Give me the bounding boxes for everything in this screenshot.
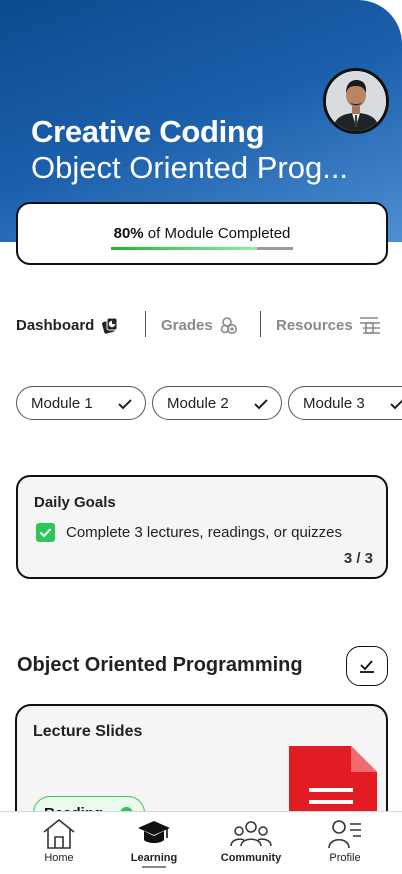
nav-home-label: Home <box>44 852 74 864</box>
check-icon <box>39 528 52 538</box>
check-icon <box>254 399 268 410</box>
module-chip[interactable]: Module 3 <box>288 386 402 420</box>
avatar[interactable] <box>323 68 389 134</box>
progress-bar <box>111 247 293 250</box>
tab-resources[interactable]: Resources <box>276 310 381 340</box>
resources-icon <box>359 317 380 334</box>
nav-home[interactable]: Home <box>19 818 99 874</box>
progress-suffix: of Module Completed <box>143 225 291 242</box>
tab-dashboard-label: Dashboard <box>16 316 95 334</box>
tab-resources-label: Resources <box>276 316 353 334</box>
module-chip[interactable]: Module 1 <box>16 386 146 420</box>
grades-icon <box>220 317 237 334</box>
module-progress-card: 80% of Module Completed <box>16 202 388 265</box>
tab-dashboard[interactable]: Dashboard <box>16 310 120 340</box>
module-chip-row: Module 1 Module 2 Module 3 <box>16 386 402 420</box>
active-indicator <box>142 866 166 868</box>
course-tabs: Dashboard Grades Resources <box>16 310 402 340</box>
daily-goals-title: Daily Goals <box>34 494 116 511</box>
progress-text: 80% of Module Completed <box>18 225 386 242</box>
module-chip[interactable]: Module 2 <box>152 386 282 420</box>
section-title: Object Oriented Programming <box>17 654 303 676</box>
tab-grades-label: Grades <box>161 316 213 334</box>
home-icon <box>43 818 75 849</box>
progress-percent: 80% <box>113 225 144 242</box>
graduation-cap-icon <box>138 821 170 843</box>
course-title: Creative Coding <box>31 114 265 149</box>
goal-item: Complete 3 lectures, readings, or quizze… <box>36 523 342 542</box>
module-chip-label: Module 3 <box>303 394 365 412</box>
profile-icon <box>328 820 361 849</box>
check-icon <box>118 399 132 410</box>
nav-community-label: Community <box>220 852 282 864</box>
nav-community[interactable]: Community <box>211 818 291 874</box>
nav-learning[interactable]: Learning <box>114 818 194 874</box>
nav-learning-label: Learning <box>130 852 178 864</box>
section-complete-button[interactable] <box>346 646 388 686</box>
lecture-card-title: Lecture Slides <box>33 723 143 740</box>
module-chip-label: Module 1 <box>31 394 93 412</box>
tab-divider <box>145 311 146 337</box>
dashboard-icon <box>102 317 118 334</box>
check-icon <box>390 399 402 410</box>
community-icon <box>230 821 272 847</box>
goal-checkbox[interactable] <box>36 523 55 542</box>
progress-bar-fill <box>111 247 257 250</box>
tab-divider <box>260 311 261 337</box>
module-chip-label: Module 2 <box>167 394 229 412</box>
daily-goals-card[interactable]: Daily Goals Complete 3 lectures, reading… <box>16 475 388 579</box>
check-icon <box>360 660 374 673</box>
nav-profile-label: Profile <box>329 852 361 864</box>
goal-item-label: Complete 3 lectures, readings, or quizze… <box>66 524 342 541</box>
bottom-navigation: Home Learning Community Profile <box>0 811 402 874</box>
tab-grades[interactable]: Grades <box>161 310 239 340</box>
course-subtitle: Object Oriented Prog... <box>31 150 349 185</box>
goals-count: 3 / 3 <box>343 550 373 567</box>
nav-profile[interactable]: Profile <box>305 818 385 874</box>
